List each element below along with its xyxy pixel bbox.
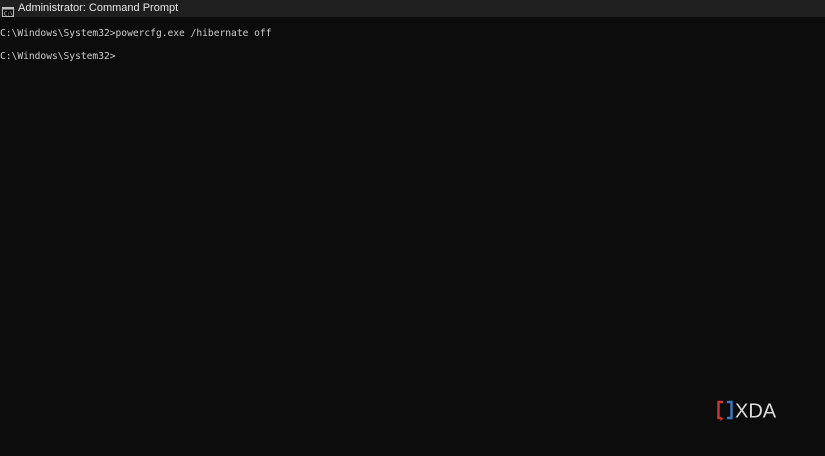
console-line-command: C:\Windows\System32>powercfg.exe /hibern…: [0, 28, 272, 39]
xda-watermark: XDA: [717, 399, 794, 423]
xda-logo-text: XDA: [735, 401, 777, 423]
svg-text:C:\: C:\: [4, 11, 13, 17]
cmd-icon: C:\: [2, 4, 14, 17]
command-prompt-window: C:\ Administrator: Command Prompt C:\Win…: [0, 0, 825, 456]
xda-logo-icon: XDA: [717, 401, 777, 423]
title-bar[interactable]: C:\ Administrator: Command Prompt: [0, 0, 825, 17]
console-line-prompt: C:\Windows\System32>: [0, 51, 116, 62]
console-output[interactable]: C:\Windows\System32>powercfg.exe /hibern…: [0, 28, 825, 438]
window-title: Administrator: Command Prompt: [18, 2, 179, 14]
